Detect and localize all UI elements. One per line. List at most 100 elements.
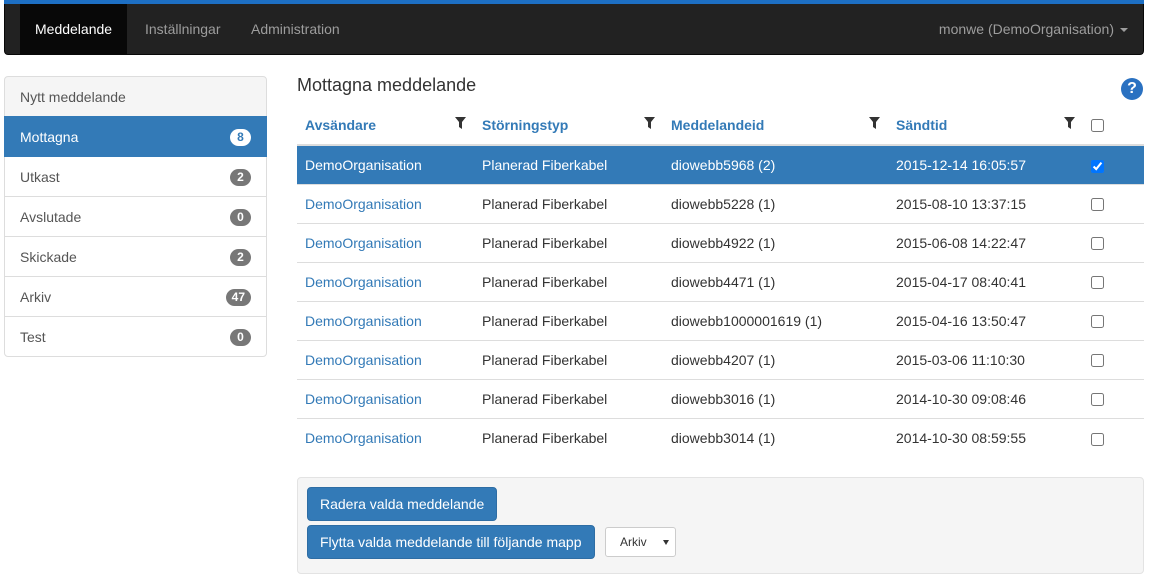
message-id-cell-text: diowebb4207 (1) (671, 351, 776, 368)
type-cell-text: Planerad Fiberkabel (482, 273, 608, 290)
message-id-cell: diowebb4471 (1) (663, 261, 888, 301)
column-header-avsandare[interactable]: Avsändare (297, 105, 474, 146)
column-header-label: Meddelandeid (671, 116, 765, 133)
sender-cell: DemoOrganisation (297, 417, 474, 457)
messages-table: Avsändare Störningstyp Meddelandeid Sänd… (297, 105, 1144, 457)
type-cell-text: Planerad Fiberkabel (482, 429, 608, 446)
select-cell (1083, 144, 1144, 184)
sender-link[interactable]: DemoOrganisation (305, 157, 422, 173)
sidebar-item-label: Test (20, 329, 46, 345)
row-select-checkbox[interactable] (1091, 354, 1104, 368)
select-cell (1083, 300, 1144, 340)
user-menu-label: monwe (DemoOrganisation) (938, 21, 1114, 37)
sender-link[interactable]: DemoOrganisation (305, 430, 422, 446)
row-select-checkbox[interactable] (1091, 198, 1104, 212)
count-badge: 47 (225, 289, 251, 306)
nav-item-administration[interactable]: Administration (236, 4, 355, 54)
sidebar-item-nytt-meddelande[interactable]: Nytt meddelande (4, 76, 267, 117)
message-id-cell: diowebb5968 (2) (663, 144, 888, 184)
row-select-checkbox[interactable] (1091, 159, 1104, 173)
type-cell: Planerad Fiberkabel (474, 417, 663, 457)
message-id-cell-text: diowebb4922 (1) (671, 234, 776, 251)
count-badge: 2 (230, 249, 251, 266)
sent-time-cell: 2015-04-16 13:50:47 (888, 300, 1083, 340)
sidebar-item-test[interactable]: Test 0 (4, 316, 267, 357)
sent-time-cell-text: 2015-04-17 08:40:41 (896, 273, 1026, 290)
sidebar: Nytt meddelande Mottagna 8 Utkast 2 Avsl… (4, 76, 267, 357)
type-cell: Planerad Fiberkabel (474, 300, 663, 340)
row-select-checkbox[interactable] (1091, 237, 1104, 251)
row-select-checkbox[interactable] (1091, 432, 1104, 446)
column-header-meddelandeid[interactable]: Meddelandeid (663, 105, 888, 146)
table-row[interactable]: DemoOrganisation Planerad Fiberkabel diowe… (297, 417, 1144, 457)
sender-link[interactable]: DemoOrganisation (305, 313, 422, 329)
nav-item-installningar[interactable]: Inställningar (130, 4, 236, 54)
row-select-checkbox[interactable] (1091, 315, 1104, 329)
sidebar-item-utkast[interactable]: Utkast 2 (4, 156, 267, 197)
sidebar-item-arkiv[interactable]: Arkiv 47 (4, 276, 267, 317)
message-id-cell-text: diowebb3016 (1) (671, 390, 776, 407)
count-badge: 2 (230, 169, 251, 186)
select-cell (1083, 378, 1144, 418)
table-row[interactable]: DemoOrganisation Planerad Fiberkabel diowe… (297, 339, 1144, 379)
sender-link[interactable]: DemoOrganisation (305, 352, 422, 368)
message-id-cell: diowebb3016 (1) (663, 378, 888, 418)
caret-down-icon (1120, 28, 1128, 33)
sent-time-cell-text: 2015-06-08 14:22:47 (896, 234, 1026, 251)
column-header-storningstyp[interactable]: Störningstyp (474, 105, 663, 146)
message-id-cell-text: diowebb1000001619 (1) (671, 312, 823, 329)
type-cell: Planerad Fiberkabel (474, 222, 663, 262)
column-header-label: Störningstyp (482, 116, 569, 133)
sent-time-cell-text: 2015-04-16 13:50:47 (896, 312, 1026, 329)
help-icon[interactable]: ? (1121, 78, 1143, 100)
table-row[interactable]: DemoOrganisation Planerad Fiberkabel diowe… (297, 144, 1144, 184)
count-badge: 0 (230, 329, 251, 346)
sent-time-cell-text: 2014-10-30 08:59:55 (896, 429, 1026, 446)
type-cell-text: Planerad Fiberkabel (482, 234, 608, 251)
table-row[interactable]: DemoOrganisation Planerad Fiberkabel diowe… (297, 183, 1144, 223)
nav-item-meddelande[interactable]: Meddelande (20, 4, 128, 54)
sender-cell: DemoOrganisation (297, 300, 474, 340)
sender-cell: DemoOrganisation (297, 183, 474, 223)
table-row[interactable]: DemoOrganisation Planerad Fiberkabel diowe… (297, 222, 1144, 262)
table-row[interactable]: DemoOrganisation Planerad Fiberkabel diowe… (297, 300, 1144, 340)
sender-link[interactable]: DemoOrganisation (305, 391, 422, 407)
sent-time-cell-text: 2015-08-10 13:37:15 (896, 195, 1026, 212)
filter-icon[interactable] (1064, 117, 1075, 129)
row-select-checkbox[interactable] (1091, 276, 1104, 290)
row-select-checkbox[interactable] (1091, 393, 1104, 407)
sender-cell: DemoOrganisation (297, 339, 474, 379)
message-id-cell: diowebb3014 (1) (663, 417, 888, 457)
type-cell-text: Planerad Fiberkabel (482, 351, 608, 368)
sidebar-item-avslutade[interactable]: Avslutade 0 (4, 196, 267, 237)
move-selected-button[interactable]: Flytta valda meddelande till följande ma… (307, 525, 595, 559)
sent-time-cell: 2014-10-30 09:08:46 (888, 378, 1083, 418)
column-header-label: Sändtid (896, 116, 948, 133)
sender-link[interactable]: DemoOrganisation (305, 235, 422, 251)
filter-icon[interactable] (869, 117, 880, 129)
type-cell: Planerad Fiberkabel (474, 144, 663, 184)
filter-icon[interactable] (644, 117, 655, 129)
type-cell-text: Planerad Fiberkabel (482, 312, 608, 329)
sent-time-cell: 2015-03-06 11:10:30 (888, 339, 1083, 379)
table-row[interactable]: DemoOrganisation Planerad Fiberkabel diowe… (297, 378, 1144, 418)
sender-link[interactable]: DemoOrganisation (305, 274, 422, 290)
type-cell-text: Planerad Fiberkabel (482, 390, 608, 407)
sidebar-item-mottagna[interactable]: Mottagna 8 (4, 116, 267, 157)
select-all-checkbox[interactable] (1091, 119, 1104, 133)
folder-select[interactable]: Arkiv (605, 527, 676, 557)
sidebar-item-skickade[interactable]: Skickade 2 (4, 236, 267, 277)
sender-cell: DemoOrganisation (297, 378, 474, 418)
table-row[interactable]: DemoOrganisation Planerad Fiberkabel diowe… (297, 261, 1144, 301)
sent-time-cell-text: 2015-12-14 16:05:57 (896, 156, 1026, 173)
message-id-cell: diowebb4207 (1) (663, 339, 888, 379)
select-cell (1083, 261, 1144, 301)
sender-cell: DemoOrganisation (297, 261, 474, 301)
sent-time-cell: 2015-04-17 08:40:41 (888, 261, 1083, 301)
column-header-sandtid[interactable]: Sändtid (888, 105, 1083, 146)
type-cell: Planerad Fiberkabel (474, 378, 663, 418)
delete-selected-button[interactable]: Radera valda meddelande (307, 487, 498, 521)
filter-icon[interactable] (455, 117, 466, 129)
user-menu[interactable]: monwe (DemoOrganisation) (939, 4, 1128, 54)
sender-link[interactable]: DemoOrganisation (305, 196, 422, 212)
